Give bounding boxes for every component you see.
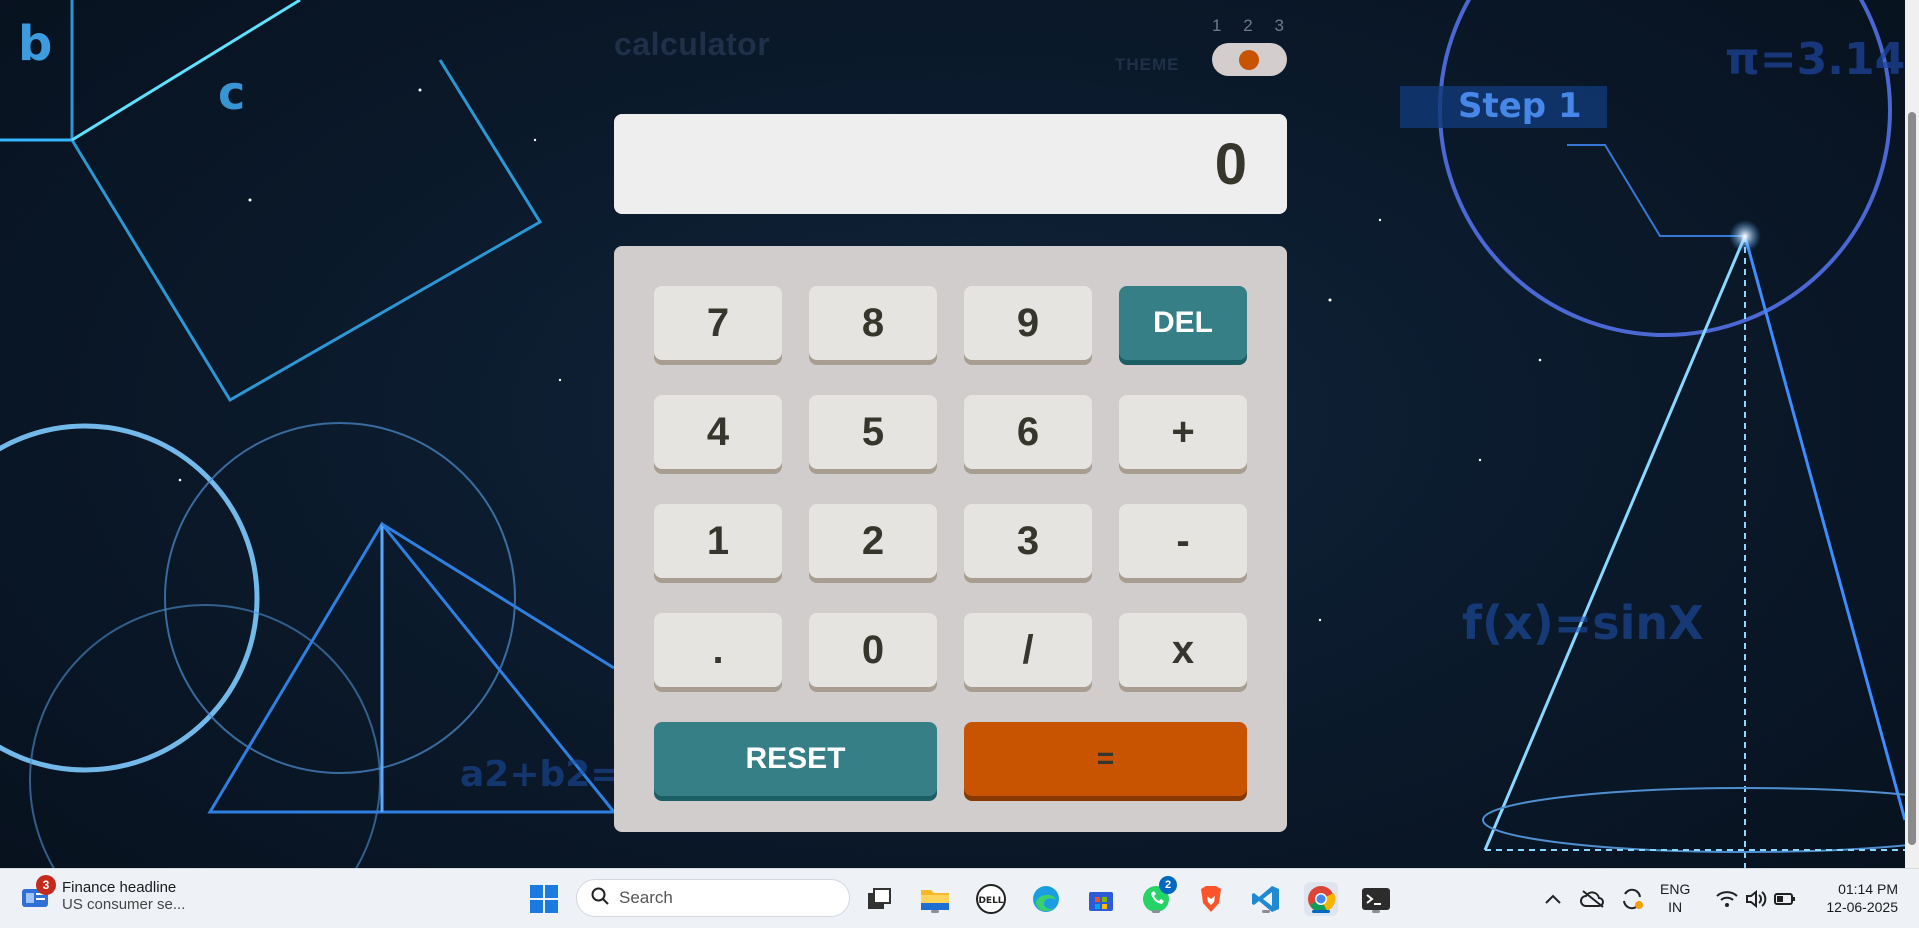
onedrive-offline-icon[interactable] bbox=[1576, 882, 1610, 916]
key-1[interactable]: 1 bbox=[654, 504, 782, 578]
scrollbar-thumb[interactable] bbox=[1908, 112, 1916, 845]
whatsapp-badge: 2 bbox=[1159, 876, 1177, 894]
brave-icon[interactable] bbox=[1194, 882, 1228, 916]
key-0[interactable]: 0 bbox=[809, 613, 937, 687]
key-5[interactable]: 5 bbox=[809, 395, 937, 469]
chrome-icon[interactable] bbox=[1304, 882, 1338, 916]
news-title: Finance headline bbox=[62, 879, 177, 896]
taskbar-search[interactable]: Search bbox=[576, 879, 850, 917]
equals-button[interactable]: = bbox=[964, 722, 1247, 796]
edge-icon[interactable] bbox=[1029, 882, 1063, 916]
theme-option-3[interactable]: 3 bbox=[1275, 16, 1284, 36]
key-4[interactable]: 4 bbox=[654, 395, 782, 469]
windows-start-icon[interactable] bbox=[527, 882, 561, 916]
file-explorer-icon[interactable] bbox=[918, 882, 952, 916]
reset-button[interactable]: RESET bbox=[654, 722, 937, 796]
search-icon bbox=[591, 887, 609, 910]
language-indicator[interactable]: ENG IN bbox=[1660, 880, 1690, 916]
news-icon: 3 bbox=[20, 875, 56, 911]
whatsapp-icon[interactable]: 2 bbox=[1139, 876, 1177, 916]
display-value: 0 bbox=[1214, 131, 1247, 197]
search-placeholder: Search bbox=[619, 888, 673, 907]
terminal-icon[interactable] bbox=[1359, 882, 1393, 916]
theme-option-1[interactable]: 1 bbox=[1212, 16, 1221, 36]
task-view-icon[interactable] bbox=[862, 882, 896, 916]
bg-label-step: Step 1 bbox=[1458, 86, 1582, 126]
key-3[interactable]: 3 bbox=[964, 504, 1092, 578]
news-widget[interactable]: 3 Finance headline US consumer se... bbox=[20, 875, 186, 913]
clock-time: 01:14 PM bbox=[1838, 881, 1898, 897]
bg-label-b: b bbox=[18, 16, 53, 72]
page-scrollbar[interactable] bbox=[1905, 0, 1919, 868]
theme-numbers: 1 2 3 bbox=[1212, 16, 1284, 36]
calculator-display: 0 bbox=[614, 114, 1287, 214]
theme-option-2[interactable]: 2 bbox=[1243, 16, 1252, 36]
news-badge: 3 bbox=[36, 875, 56, 895]
del-button[interactable]: DEL bbox=[1119, 286, 1247, 360]
bg-label-pythag: a2+b2= bbox=[460, 754, 621, 795]
key-6[interactable]: 6 bbox=[964, 395, 1092, 469]
svg-text:DELL: DELL bbox=[978, 896, 1003, 906]
language-bottom: IN bbox=[1668, 899, 1683, 915]
bg-label-pi: π=3.14 bbox=[1725, 34, 1906, 85]
key-2[interactable]: 2 bbox=[809, 504, 937, 578]
app-title: calculator bbox=[614, 26, 771, 62]
sync-icon[interactable] bbox=[1615, 882, 1649, 916]
dell-icon[interactable]: DELL bbox=[974, 882, 1008, 916]
theme-label: THEME bbox=[1115, 55, 1180, 74]
clock-date: 12-06-2025 bbox=[1826, 899, 1898, 915]
language-top: ENG bbox=[1660, 881, 1691, 897]
bg-label-sinx: f(x)=sinX bbox=[1462, 596, 1704, 650]
theme-toggle[interactable] bbox=[1212, 43, 1287, 76]
battery-icon[interactable] bbox=[1768, 882, 1802, 916]
vscode-icon[interactable] bbox=[1249, 882, 1283, 916]
keypad: 7 8 9 DEL 4 5 6 + 1 2 3 - . 0 / x RESET … bbox=[614, 246, 1287, 832]
chevron-up-icon[interactable] bbox=[1536, 882, 1570, 916]
key-8[interactable]: 8 bbox=[809, 286, 937, 360]
key-plus[interactable]: + bbox=[1119, 395, 1247, 469]
bg-label-c: c bbox=[218, 66, 246, 120]
theme-toggle-knob bbox=[1239, 50, 1259, 70]
key-multiply[interactable]: x bbox=[1119, 613, 1247, 687]
microsoft-store-icon[interactable] bbox=[1084, 882, 1118, 916]
key-9[interactable]: 9 bbox=[964, 286, 1092, 360]
taskbar: 3 Finance headline US consumer se... Sea… bbox=[0, 868, 1919, 928]
clock[interactable]: 01:14 PM 12-06-2025 bbox=[1808, 880, 1898, 916]
key-7[interactable]: 7 bbox=[654, 286, 782, 360]
news-subtitle: US consumer se... bbox=[62, 896, 186, 913]
key-divide[interactable]: / bbox=[964, 613, 1092, 687]
key-decimal[interactable]: . bbox=[654, 613, 782, 687]
key-minus[interactable]: - bbox=[1119, 504, 1247, 578]
